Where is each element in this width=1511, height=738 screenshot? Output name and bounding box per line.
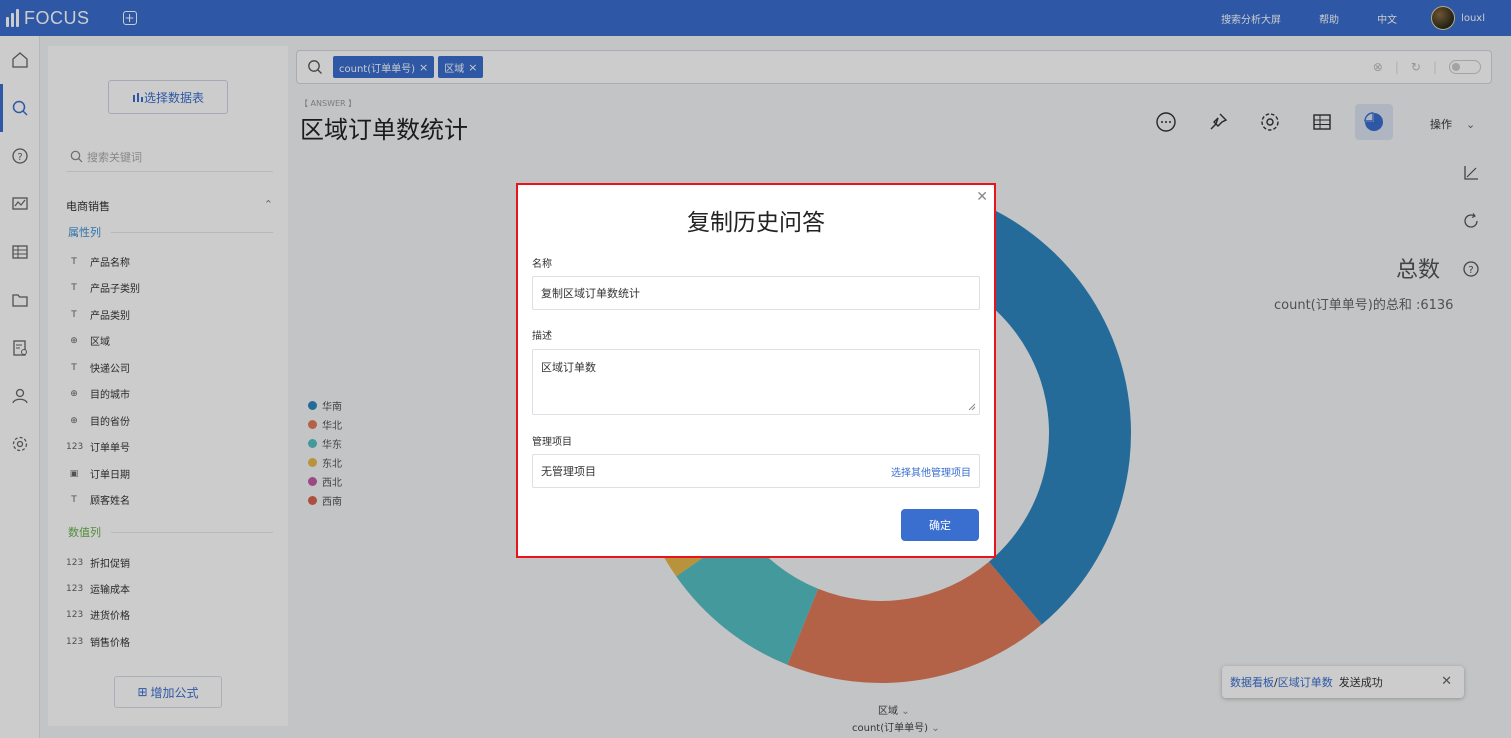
project-value: 无管理项目 xyxy=(541,465,596,478)
dialog-title: 复制历史问答 xyxy=(687,210,825,236)
name-field[interactable]: 复制区域订单数统计 xyxy=(532,276,980,310)
resize-handle-icon[interactable] xyxy=(968,403,976,411)
copy-answer-dialog: ✕ 复制历史问答 名称 复制区域订单数统计 描述 区域订单数 管理项目 无管理项… xyxy=(516,183,996,558)
confirm-button[interactable]: 确定 xyxy=(901,509,979,541)
project-label: 管理项目 xyxy=(532,437,572,448)
description-label: 描述 xyxy=(532,331,552,342)
choose-project-link[interactable]: 选择其他管理项目 xyxy=(891,464,971,479)
name-label: 名称 xyxy=(532,259,552,270)
project-field: 无管理项目 选择其他管理项目 xyxy=(532,454,980,488)
description-field[interactable]: 区域订单数 xyxy=(532,349,980,415)
